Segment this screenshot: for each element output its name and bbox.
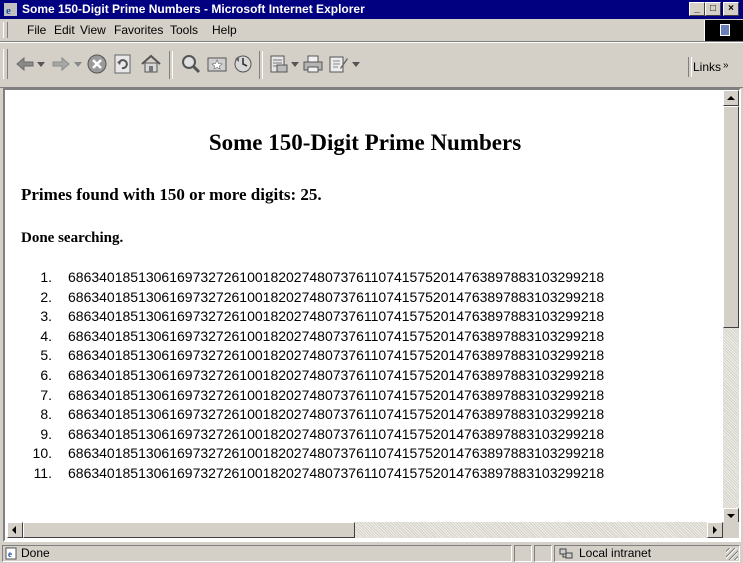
ie-app-icon[interactable]: e xyxy=(3,2,18,17)
prime-value: 6863401851306169732726100182027480737611… xyxy=(68,464,605,481)
title-bar[interactable]: e Some 150-Digit Prime Numbers - Microso… xyxy=(0,0,743,19)
vertical-scrollbar[interactable] xyxy=(723,90,739,524)
toolbar-separator xyxy=(259,51,263,79)
list-item-number: 3. xyxy=(40,308,52,325)
list-item-number: 8. xyxy=(40,406,52,423)
menu-favorites[interactable]: Favorites xyxy=(114,23,163,37)
scrollbar-corner xyxy=(723,522,739,538)
maximize-button[interactable]: □ xyxy=(705,2,721,16)
list-item-number: 10. xyxy=(32,445,52,462)
status-bar: e Done Local intranet xyxy=(0,544,743,563)
arrow-down-icon xyxy=(727,514,735,518)
vertical-scroll-thumb[interactable] xyxy=(723,106,739,328)
list-item-number: 9. xyxy=(40,425,52,442)
back-dropdown-icon[interactable] xyxy=(37,62,45,68)
back-icon[interactable] xyxy=(14,53,36,75)
browser-viewport: Some 150-Digit Prime Numbers Primes foun… xyxy=(3,88,741,542)
menu-help[interactable]: Help xyxy=(212,23,237,37)
menu-bar: File Edit View Favorites Tools Help xyxy=(0,19,743,42)
print-icon[interactable] xyxy=(302,53,324,75)
home-icon[interactable] xyxy=(140,53,162,75)
prime-value: 6863401851306169732726100182027480737611… xyxy=(68,406,605,423)
minimize-button[interactable]: _ xyxy=(689,2,705,16)
edit-dropdown-icon[interactable] xyxy=(352,62,360,68)
primes-found-summary: Primes found with 150 or more digits: 25… xyxy=(21,185,322,204)
scroll-left-button[interactable] xyxy=(7,522,23,538)
toolbar-grip[interactable] xyxy=(3,49,8,79)
links-label: Links xyxy=(693,60,722,74)
prime-value: 6863401851306169732726100182027480737611… xyxy=(68,288,605,305)
security-zone-label: Local intranet xyxy=(579,546,652,560)
links-bar-grip[interactable] xyxy=(688,57,692,77)
list-item-number: 5. xyxy=(40,347,52,364)
page-done-icon: e xyxy=(5,547,17,560)
status-panel-1 xyxy=(514,545,532,562)
list-item-number: 11. xyxy=(33,464,52,481)
arrow-up-icon xyxy=(727,96,735,100)
favorites-icon[interactable] xyxy=(206,53,228,75)
standard-toolbar xyxy=(0,42,743,88)
edit-icon[interactable] xyxy=(327,53,349,75)
resize-grip[interactable] xyxy=(726,548,738,560)
prime-value: 6863401851306169732726100182027480737611… xyxy=(68,347,605,364)
status-panel-2 xyxy=(534,545,552,562)
svg-text:e: e xyxy=(6,5,11,17)
stop-icon[interactable] xyxy=(86,53,108,75)
links-chevron-icon: » xyxy=(723,60,729,71)
ie-throbber xyxy=(704,20,743,41)
menu-file[interactable]: File xyxy=(27,23,46,37)
scroll-up-button[interactable] xyxy=(723,90,739,106)
forward-icon[interactable] xyxy=(50,53,72,75)
prime-value: 6863401851306169732726100182027480737611… xyxy=(68,308,605,325)
scroll-right-button[interactable] xyxy=(707,522,723,538)
mail-icon[interactable] xyxy=(268,53,290,75)
history-icon[interactable] xyxy=(232,53,254,75)
windows-logo-icon xyxy=(720,24,730,36)
list-item-number: 2. xyxy=(40,288,52,305)
list-item-number: 4. xyxy=(40,327,52,344)
refresh-icon[interactable] xyxy=(112,53,134,75)
mail-dropdown-icon[interactable] xyxy=(291,62,299,68)
close-button[interactable]: × xyxy=(723,2,739,16)
horizontal-scroll-thumb[interactable] xyxy=(23,522,355,538)
intranet-zone-icon xyxy=(559,548,573,559)
list-item-number: 1. xyxy=(40,269,52,285)
prime-value: 6863401851306169732726100182027480737611… xyxy=(68,269,605,285)
prime-value: 6863401851306169732726100182027480737611… xyxy=(68,425,605,442)
prime-value: 6863401851306169732726100182027480737611… xyxy=(68,366,605,383)
list-item-number: 7. xyxy=(40,386,52,403)
arrow-left-icon xyxy=(12,526,16,534)
search-icon[interactable] xyxy=(180,53,202,75)
page-content: Some 150-Digit Prime Numbers Primes foun… xyxy=(7,92,723,520)
menu-tools[interactable]: Tools xyxy=(170,23,198,37)
links-button[interactable]: Links» xyxy=(693,60,729,74)
security-zone-panel: Local intranet xyxy=(554,545,740,562)
svg-text:e: e xyxy=(8,549,12,559)
window-title: Some 150-Digit Prime Numbers - Microsoft… xyxy=(22,2,365,16)
horizontal-scrollbar[interactable] xyxy=(7,522,723,538)
status-message-panel: e Done xyxy=(2,545,512,562)
prime-value: 6863401851306169732726100182027480737611… xyxy=(68,386,605,403)
arrow-right-icon xyxy=(713,526,717,534)
list-item-number: 6. xyxy=(40,366,52,383)
search-status: Done searching. xyxy=(21,230,124,246)
prime-value: 6863401851306169732726100182027480737611… xyxy=(68,327,605,344)
menu-view[interactable]: View xyxy=(80,23,106,37)
menubar-grip[interactable] xyxy=(3,22,8,38)
toolbar-separator xyxy=(169,51,173,79)
menu-edit[interactable]: Edit xyxy=(54,23,75,37)
status-message: Done xyxy=(21,546,50,560)
page-heading: Some 150-Digit Prime Numbers xyxy=(208,130,522,155)
prime-value: 6863401851306169732726100182027480737611… xyxy=(68,445,605,462)
forward-dropdown-icon[interactable] xyxy=(74,62,82,68)
